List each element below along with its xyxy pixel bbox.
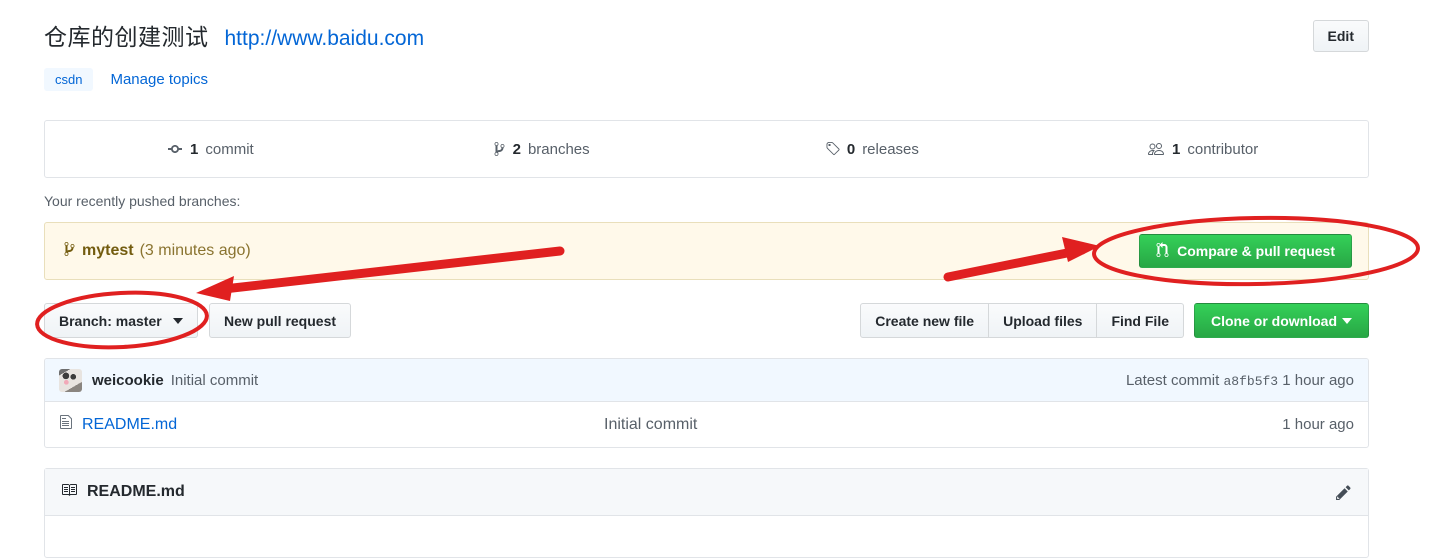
branch-selector-label: Branch: master xyxy=(59,312,162,329)
commit-message[interactable]: Initial commit xyxy=(171,372,259,389)
stat-contributors[interactable]: 1 contributor xyxy=(1037,121,1368,177)
topic-tag-csdn[interactable]: csdn xyxy=(44,68,94,91)
commit-author[interactable]: weicookie xyxy=(92,372,164,389)
edit-button[interactable]: Edit xyxy=(1312,20,1369,53)
stat-releases[interactable]: 0 releases xyxy=(707,121,1038,177)
compare-and-pull-request-button[interactable]: Compare & pull request xyxy=(1139,234,1352,268)
repo-header: 仓库的创建测试 http://www.baidu.com Edit csdn M… xyxy=(44,18,1369,91)
manage-topics-link[interactable]: Manage topics xyxy=(110,71,208,88)
compare-pull-request-label: Compare & pull request xyxy=(1177,243,1335,259)
stat-contributors-count: 1 xyxy=(1172,140,1181,158)
stat-commits-count: 1 xyxy=(190,140,199,158)
repository-action-bar: Branch: master New pull request Create n… xyxy=(44,303,1369,339)
right-action-group: Create new file Upload files Find File C… xyxy=(860,303,1369,338)
file-name-link[interactable]: README.md xyxy=(59,414,604,435)
stat-contributors-label: contributor xyxy=(1187,140,1259,158)
recently-pushed-label: Your recently pushed branches: xyxy=(44,193,241,209)
stat-commits[interactable]: 1 commit xyxy=(45,121,376,177)
contributors-icon xyxy=(1147,141,1165,157)
readme-panel: README.md xyxy=(44,468,1369,558)
chevron-down-icon xyxy=(172,317,183,324)
readme-header: README.md xyxy=(45,469,1368,516)
table-row[interactable]: README.md Initial commit 1 hour ago xyxy=(45,402,1368,447)
file-commit-age: 1 hour ago xyxy=(1282,416,1354,433)
commit-sha[interactable]: a8fb5f3 xyxy=(1223,374,1278,389)
find-file-button[interactable]: Find File xyxy=(1097,303,1184,338)
stat-branches-label: branches xyxy=(527,140,590,158)
branch-icon xyxy=(63,241,76,262)
stat-releases-label: releases xyxy=(862,140,919,158)
branch-selector-button[interactable]: Branch: master xyxy=(44,303,198,338)
latest-commit-label: Latest commit xyxy=(1125,371,1220,389)
git-pull-request-icon xyxy=(1156,241,1169,261)
file-listing-table: weicookie Initial commit Latest commit a… xyxy=(44,358,1369,448)
file-name-text: README.md xyxy=(82,415,178,433)
pushed-branch-name[interactable]: mytest xyxy=(82,242,134,260)
readme-title: README.md xyxy=(87,483,185,500)
pushed-branch-age: (3 minutes ago) xyxy=(139,242,251,259)
tag-icon xyxy=(825,141,840,157)
recently-pushed-branch-banner: mytest (3 minutes ago) Compare & pull re… xyxy=(44,222,1369,280)
commit-icon xyxy=(167,141,183,157)
stat-releases-count: 0 xyxy=(846,140,856,158)
avatar xyxy=(59,368,82,392)
new-pull-request-button[interactable]: New pull request xyxy=(209,303,352,338)
stat-commits-label: commit xyxy=(205,140,254,158)
repo-title-row: 仓库的创建测试 http://www.baidu.com xyxy=(44,18,1369,52)
pencil-icon[interactable] xyxy=(1335,484,1352,501)
clone-or-download-label: Clone or download xyxy=(1211,312,1337,329)
upload-files-button[interactable]: Upload files xyxy=(989,303,1098,338)
page-title: 仓库的创建测试 xyxy=(44,24,209,50)
book-icon xyxy=(61,482,77,503)
file-commit-message[interactable]: Initial commit xyxy=(604,416,1282,434)
commit-age: 1 hour ago xyxy=(1282,371,1354,389)
latest-commit-bar: weicookie Initial commit Latest commit a… xyxy=(45,359,1368,402)
repository-stats-bar: 1 commit 2 branches 0 releases 1 contrib… xyxy=(44,120,1369,178)
repository-page: 仓库的创建测试 http://www.baidu.com Edit csdn M… xyxy=(0,0,1452,558)
stat-branches-count: 2 xyxy=(512,140,521,158)
pushed-branch-info: mytest (3 minutes ago) xyxy=(63,241,251,262)
chevron-down-icon xyxy=(1342,317,1352,324)
repo-homepage-link[interactable]: http://www.baidu.com xyxy=(225,27,425,51)
clone-or-download-button[interactable]: Clone or download xyxy=(1194,303,1369,338)
latest-commit-info: Latest commit a8fb5f3 1 hour ago xyxy=(1126,372,1354,389)
create-new-file-button[interactable]: Create new file xyxy=(860,303,990,338)
branch-icon xyxy=(493,141,506,157)
topics-row: csdn Manage topics xyxy=(44,68,1369,91)
file-action-button-group: Create new file Upload files Find File xyxy=(860,303,1184,338)
file-icon xyxy=(59,414,73,435)
stat-branches[interactable]: 2 branches xyxy=(376,121,707,177)
